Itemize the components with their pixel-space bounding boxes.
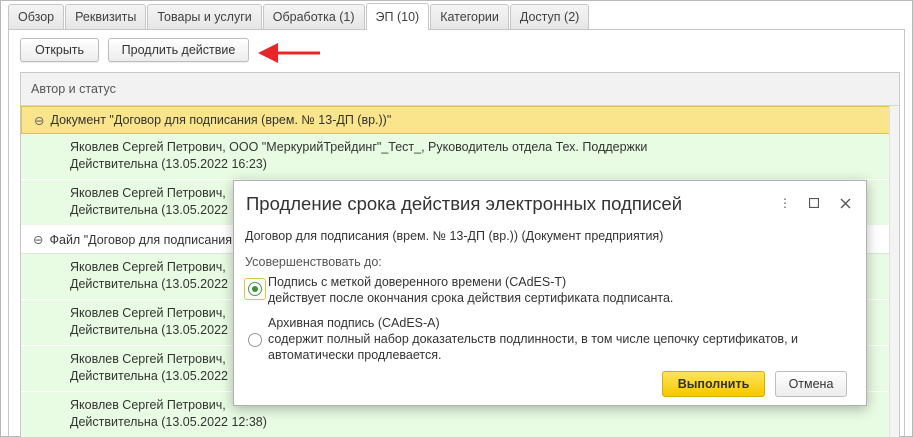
extend-action-button[interactable]: Продлить действие <box>108 38 249 62</box>
red-arrow-annotation <box>258 43 320 63</box>
tab-overview[interactable]: Обзор <box>8 4 65 29</box>
group-label: Документ "Договор для подписания (врем. … <box>50 113 392 127</box>
radio-cades-a[interactable] <box>248 333 262 347</box>
collapse-icon[interactable]: ⊖ <box>33 232 43 247</box>
signature-author: Яковлев Сергей Петрович, ООО "МеркурийТр… <box>70 140 648 154</box>
column-header-author-status[interactable]: Автор и статус <box>21 73 899 106</box>
more-icon[interactable]: ⋮ <box>776 194 794 212</box>
dialog-document-name: Договор для подписания (врем. № 13-ДП (в… <box>245 229 664 243</box>
maximize-icon[interactable] <box>805 194 823 212</box>
tab-signatures[interactable]: ЭП (10) <box>365 3 430 30</box>
signature-status: Действительна (13.05.2022 12:38) <box>70 415 267 429</box>
option-cades-a-title[interactable]: Архивная подпись (CAdES-A) <box>268 315 440 331</box>
execute-button[interactable]: Выполнить <box>662 371 765 397</box>
tab-goods-services[interactable]: Товары и услуги <box>147 4 262 29</box>
improve-to-label: Усовершенствовать до: <box>245 255 382 269</box>
open-button[interactable]: Открыть <box>20 38 99 62</box>
radio-cades-t[interactable] <box>248 282 262 296</box>
group-row-document[interactable]: ⊖ Документ "Договор для подписания (врем… <box>21 106 899 134</box>
signature-status: Действительна (13.05.2022 16:23) <box>70 157 267 171</box>
option-cades-a-desc-2: автоматически продлевается. <box>268 348 442 362</box>
close-icon[interactable] <box>836 194 854 212</box>
tab-processing[interactable]: Обработка (1) <box>262 4 365 29</box>
tab-access[interactable]: Доступ (2) <box>509 4 590 29</box>
tab-categories[interactable]: Категории <box>430 4 509 29</box>
collapse-icon[interactable]: ⊖ <box>34 113 44 128</box>
cancel-button[interactable]: Отмена <box>775 371 847 397</box>
option-cades-a-desc-1: содержит полный набор доказательств подл… <box>268 332 799 346</box>
tab-details[interactable]: Реквизиты <box>65 4 147 29</box>
tab-bar: Обзор Реквизиты Товары и услуги Обработк… <box>8 3 590 30</box>
extend-signatures-dialog: Продление срока действия электронных под… <box>233 180 867 406</box>
option-cades-t-title[interactable]: Подпись с меткой доверенного времени (CA… <box>268 274 566 290</box>
table-row[interactable]: Яковлев Сергей Петрович, ООО "МеркурийТр… <box>21 134 899 180</box>
vertical-scrollbar[interactable] <box>889 106 899 437</box>
group-label: Файл "Договор для подписания <box>49 232 232 247</box>
dialog-title: Продление срока действия электронных под… <box>246 193 683 214</box>
option-cades-t-desc: действует после окончания срока действия… <box>268 291 674 305</box>
